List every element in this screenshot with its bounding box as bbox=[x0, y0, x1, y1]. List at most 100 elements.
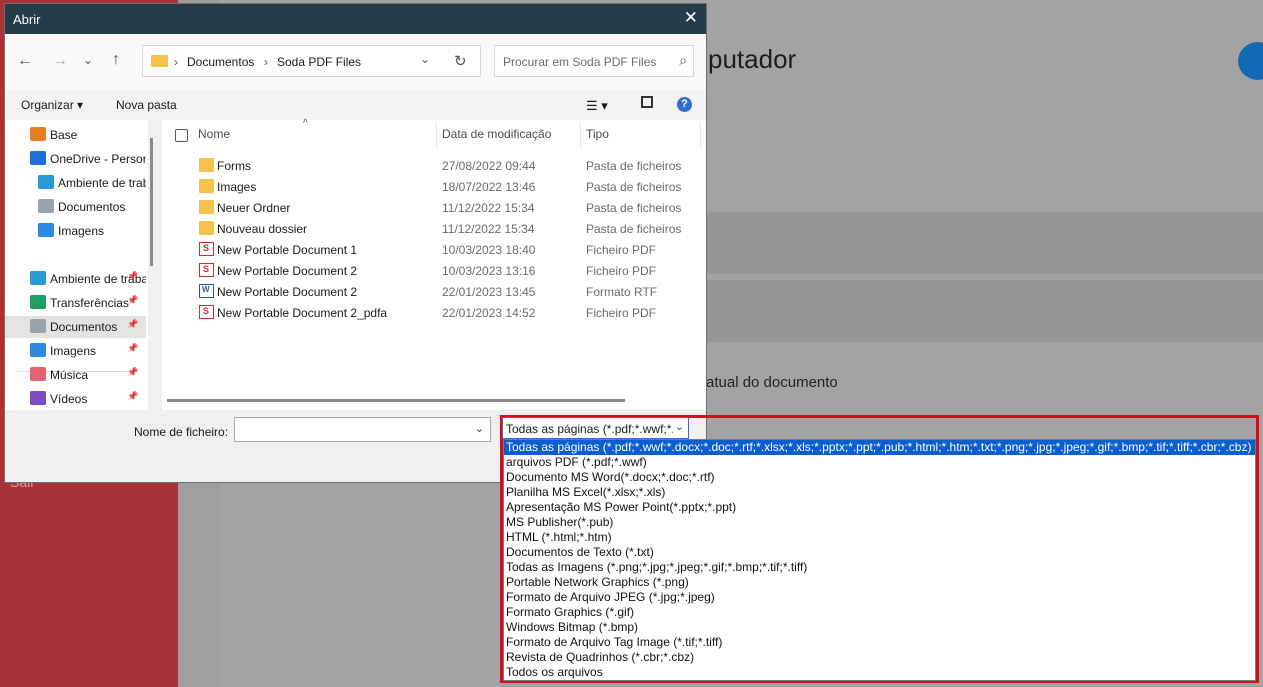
file-type: Ficheiro PDF bbox=[586, 264, 657, 278]
refresh-icon[interactable]: ↻ bbox=[454, 52, 467, 70]
file-row[interactable]: Images 18/07/2022 13:46 Pasta de ficheiros bbox=[162, 176, 706, 197]
file-type-option[interactable]: Portable Network Graphics (*.png) bbox=[504, 575, 1255, 590]
file-type-option[interactable]: Apresentação MS Power Point(*.pptx;*.ppt… bbox=[504, 500, 1255, 515]
nav-item[interactable]: Transferências 📌 bbox=[5, 292, 146, 314]
file-date: 10/03/2023 13:16 bbox=[442, 264, 536, 278]
file-type-select[interactable]: Todas as páginas (*.pdf;*.wwf;*. ⌄ bbox=[502, 417, 689, 439]
nav-item[interactable]: Ambiente de trabalho bbox=[13, 172, 146, 194]
address-bar[interactable]: › Documentos › Soda PDF Files ⌄ ↻ bbox=[142, 45, 481, 77]
nav-item[interactable]: OneDrive - Personal bbox=[5, 148, 146, 170]
file-name: Nouveau dossier bbox=[217, 222, 308, 236]
help-icon[interactable]: ? bbox=[677, 97, 692, 112]
app-page-title: putador bbox=[708, 44, 797, 74]
nav-item-label: Música bbox=[50, 368, 89, 382]
file-name: Forms bbox=[217, 159, 251, 173]
file-date: 22/01/2023 13:45 bbox=[442, 285, 536, 299]
column-divider[interactable] bbox=[700, 122, 701, 148]
file-name: Images bbox=[217, 180, 257, 194]
filename-dropdown-chevron-icon[interactable]: ⌄ bbox=[475, 422, 484, 435]
search-box[interactable]: Procurar em Soda PDF Files ⌕ bbox=[494, 45, 694, 77]
column-header-type[interactable]: Tipo bbox=[586, 127, 609, 141]
file-name: New Portable Document 2 bbox=[217, 264, 358, 278]
recent-locations-chevron-icon[interactable]: ⌄ bbox=[83, 53, 93, 67]
view-options-icon[interactable]: ☰ ▾ bbox=[586, 98, 608, 114]
nav-item[interactable]: Documentos bbox=[13, 196, 146, 218]
file-type-option[interactable]: Windows Bitmap (*.bmp) bbox=[504, 620, 1255, 635]
file-row[interactable]: Forms 27/08/2022 09:44 Pasta de ficheiros bbox=[162, 155, 706, 176]
nav-item[interactable]: Ambiente de trabalho📌 bbox=[5, 268, 146, 290]
file-type-option[interactable]: arquivos PDF (*.pdf;*.wwf) bbox=[504, 455, 1255, 470]
images-icon bbox=[38, 223, 54, 237]
nav-item-label: Imagens bbox=[50, 344, 97, 358]
nav-item-label: Ambiente de trabalho bbox=[58, 176, 146, 190]
file-type-option[interactable]: MS Publisher(*.pub) bbox=[504, 515, 1255, 530]
file-row[interactable]: Nouveau dossier 11/12/2022 15:34 Pasta de … bbox=[162, 218, 706, 239]
column-divider[interactable] bbox=[436, 122, 437, 148]
file-type-option[interactable]: HTML (*.html;*.htm) bbox=[504, 530, 1255, 545]
file-type-option[interactable]: Documentos de Texto (*.txt) bbox=[504, 545, 1255, 560]
nav-scrollbar[interactable] bbox=[150, 138, 153, 266]
file-type-option[interactable]: Formato Graphics (*.gif) bbox=[504, 605, 1255, 620]
file-type-option[interactable]: Formato de Arquivo JPEG (*.jpg;*.jpeg) bbox=[504, 590, 1255, 605]
file-type-option[interactable]: Planilha MS Excel(*.xlsx;*.xls) bbox=[504, 485, 1255, 500]
organize-menu[interactable]: Organizar ▾ bbox=[21, 98, 83, 112]
folder-icon bbox=[199, 158, 214, 172]
column-header-date[interactable]: Data de modificação bbox=[442, 127, 551, 141]
breadcrumb-item[interactable]: Soda PDF Files bbox=[277, 55, 361, 69]
file-date: 27/08/2022 09:44 bbox=[442, 159, 536, 173]
images-icon bbox=[30, 343, 46, 357]
file-type-option[interactable]: Revista de Quadrinhos (*.cbr;*.cbz) bbox=[504, 650, 1255, 665]
download-icon bbox=[30, 295, 46, 309]
file-type: Pasta de ficheiros bbox=[586, 159, 682, 173]
file-row[interactable]: New Portable Document 2 10/03/2023 13:16 F… bbox=[162, 260, 706, 281]
file-type-chevron-icon[interactable]: ⌄ bbox=[672, 420, 686, 433]
desktop-icon bbox=[30, 271, 46, 285]
file-type-option[interactable]: Documento MS Word(*.docx;*.doc;*.rtf) bbox=[504, 470, 1255, 485]
nav-item[interactable]: Vídeos 📌 bbox=[5, 388, 146, 410]
breadcrumb-item[interactable]: Documentos bbox=[187, 55, 254, 69]
file-type: Pasta de ficheiros bbox=[586, 222, 682, 236]
command-bar: Organizar ▾ Nova pasta ☰ ▾ ? bbox=[5, 90, 706, 120]
nav-item[interactable]: Música 📌 bbox=[5, 364, 146, 386]
search-icon[interactable]: ⌕ bbox=[679, 52, 687, 69]
nav-item[interactable]: Imagens bbox=[13, 220, 146, 242]
back-arrow-icon[interactable]: ← bbox=[17, 52, 33, 70]
select-all-checkbox[interactable] bbox=[175, 129, 188, 142]
file-type-option[interactable]: Todas as Imagens (*.png;*.jpg;*.jpeg;*.g… bbox=[504, 560, 1255, 575]
nav-item-label: Documentos bbox=[50, 320, 118, 334]
file-row[interactable]: New Portable Document 2 22/01/2023 13:45 F… bbox=[162, 281, 706, 302]
column-divider[interactable] bbox=[580, 122, 581, 148]
nav-item[interactable]: Imagens 📌 bbox=[5, 340, 146, 362]
file-date: 11/12/2022 15:34 bbox=[442, 222, 535, 236]
preview-pane-icon[interactable] bbox=[641, 96, 653, 108]
pdf-file-icon bbox=[199, 242, 214, 256]
close-icon[interactable]: ✕ bbox=[684, 8, 698, 28]
pin-icon: 📌 bbox=[127, 295, 139, 305]
up-arrow-icon[interactable]: ↑ bbox=[112, 51, 120, 69]
breadcrumb-separator-icon: › bbox=[174, 55, 178, 69]
nav-item-label: OneDrive - Personal bbox=[50, 152, 146, 166]
nav-item[interactable]: Documentos 📌 bbox=[5, 316, 146, 338]
file-date: 22/01/2023 14:52 bbox=[442, 306, 536, 320]
nav-item[interactable]: Base bbox=[5, 124, 146, 146]
file-name: Neuer Ordner bbox=[217, 201, 291, 215]
filename-input[interactable]: ⌄ bbox=[234, 417, 491, 442]
pdf-file-icon bbox=[199, 263, 214, 277]
forward-arrow-icon[interactable]: → bbox=[52, 52, 68, 70]
file-row[interactable]: New Portable Document 2_pdfa 22/01/2023 1… bbox=[162, 302, 706, 323]
file-type-option[interactable]: Todos os arquivos bbox=[504, 665, 1255, 680]
documents-icon bbox=[38, 199, 54, 213]
file-row[interactable]: New Portable Document 1 10/03/2023 18:40 F… bbox=[162, 239, 706, 260]
horizontal-scrollbar[interactable] bbox=[167, 399, 625, 402]
file-type-option[interactable]: Formato de Arquivo Tag Image (*.tif;*.ti… bbox=[504, 635, 1255, 650]
address-dropdown-chevron-icon[interactable]: ⌄ bbox=[420, 52, 430, 66]
new-folder-button[interactable]: Nova pasta bbox=[116, 98, 177, 112]
pin-icon: 📌 bbox=[127, 271, 139, 281]
file-type-option[interactable]: Todas as páginas (*.pdf;*.wwf;*.docx;*.d… bbox=[504, 440, 1255, 455]
nav-item-label: Imagens bbox=[58, 224, 105, 238]
nav-item-label: Base bbox=[50, 128, 78, 142]
file-row[interactable]: Neuer Ordner 11/12/2022 15:34 Pasta de fic… bbox=[162, 197, 706, 218]
file-type-dropdown-list: Todas as páginas (*.pdf;*.wwf;*.docx;*.d… bbox=[503, 439, 1256, 681]
dialog-title: Abrir bbox=[13, 12, 41, 27]
column-header-name[interactable]: Nome bbox=[198, 127, 230, 141]
